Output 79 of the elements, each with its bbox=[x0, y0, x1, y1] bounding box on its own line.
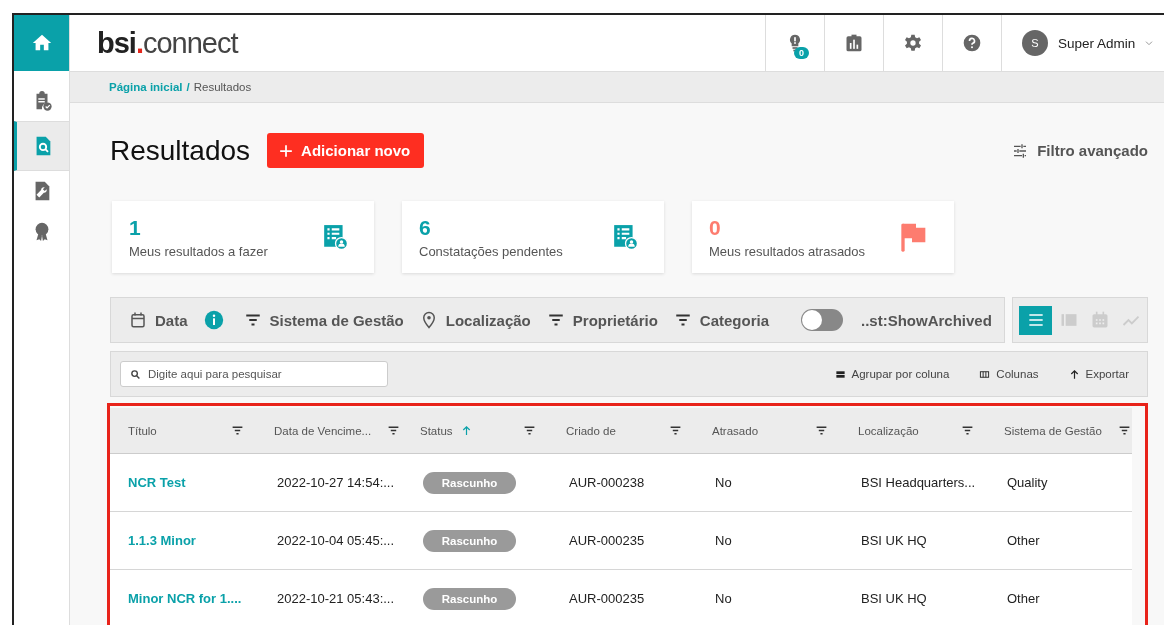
toggle-switch[interactable] bbox=[801, 309, 843, 331]
help-icon bbox=[962, 33, 982, 53]
settings-icon bbox=[903, 33, 923, 53]
chevron-down-icon bbox=[1145, 39, 1154, 47]
calendar-icon bbox=[129, 311, 147, 329]
table-cell: 2022-10-21 05:43:... bbox=[277, 591, 395, 606]
table-cell: BSI Headquarters... bbox=[861, 475, 976, 490]
table-cell: No bbox=[715, 591, 732, 606]
group-rows-icon bbox=[834, 368, 846, 380]
toggle-label: ..st:ShowArchived bbox=[861, 311, 992, 329]
card-label: Meus resultados a fazer bbox=[129, 243, 269, 259]
status-badge: Rascunho bbox=[423, 471, 516, 494]
column-header[interactable]: Criado de bbox=[566, 424, 616, 437]
table-cell: 2022-10-27 14:54:... bbox=[277, 475, 395, 490]
column-header[interactable]: Sistema de Gestão bbox=[1004, 424, 1102, 437]
logo[interactable]: bsi.connect bbox=[97, 26, 238, 60]
filter-button[interactable]: Data bbox=[129, 311, 198, 329]
sidebar-item[interactable] bbox=[14, 15, 69, 71]
export-button[interactable]: Exportar bbox=[1068, 368, 1129, 380]
table-cell: Quality bbox=[1007, 475, 1048, 490]
filter-button[interactable]: Localização bbox=[419, 311, 541, 329]
columns-button[interactable]: Colunas bbox=[979, 368, 1039, 380]
plus-icon bbox=[279, 143, 294, 158]
count-badge: 0 bbox=[794, 47, 809, 59]
search-icon bbox=[130, 369, 141, 380]
breadcrumb-current: Resultados bbox=[193, 81, 252, 93]
column-header[interactable]: Título bbox=[128, 424, 157, 437]
group-button[interactable]: Agrupar por coluna bbox=[834, 368, 950, 380]
table-cell: BSI UK HQ bbox=[861, 591, 927, 606]
column-header[interactable]: Data de Vencime... bbox=[274, 424, 372, 437]
card-value: 6 bbox=[419, 215, 432, 240]
table-cell: BSI UK HQ bbox=[861, 533, 927, 548]
sliders-icon bbox=[1012, 142, 1029, 159]
table-cell: AUR-000238 bbox=[569, 475, 645, 490]
advanced-filter-button[interactable]: Filtro avançado bbox=[1012, 142, 1148, 159]
column-header[interactable]: Status bbox=[420, 424, 453, 437]
summary-card[interactable]: 6 Constatações pendentes bbox=[402, 201, 664, 273]
filter-icon[interactable] bbox=[961, 424, 974, 437]
arrow-up-icon bbox=[1068, 368, 1080, 380]
avatar[interactable]: S bbox=[1022, 30, 1048, 56]
breadcrumb-separator: / bbox=[186, 81, 190, 93]
page-title: Resultados bbox=[110, 134, 251, 167]
info-icon[interactable] bbox=[203, 310, 224, 330]
card-value: 1 bbox=[129, 215, 142, 240]
card-value: 0 bbox=[709, 215, 722, 240]
search-field[interactable]: Digite aqui para pesquisar bbox=[120, 361, 388, 387]
filter-icon[interactable] bbox=[1117, 424, 1131, 437]
filter-icon[interactable] bbox=[387, 424, 401, 437]
add-new-button[interactable]: Adicionar novo bbox=[267, 133, 425, 168]
filter-icon[interactable] bbox=[815, 424, 828, 437]
column-header[interactable]: Localização bbox=[858, 424, 919, 437]
card-label: Constatações pendentes bbox=[419, 243, 564, 259]
column-header[interactable]: Atrasado bbox=[712, 424, 759, 437]
table-cell: AUR-000235 bbox=[569, 533, 645, 548]
summary-card[interactable]: 0 Meus resultados atrasados bbox=[692, 201, 954, 273]
table-cell: Other bbox=[1007, 533, 1040, 548]
filter-button[interactable]: Sistema de Gestão bbox=[243, 311, 414, 329]
user-name[interactable]: Super Admin bbox=[1058, 35, 1136, 51]
table-cell: No bbox=[715, 475, 732, 490]
status-badge: Rascunho bbox=[423, 529, 516, 552]
view-mode-button[interactable] bbox=[1019, 305, 1052, 335]
filter-icon[interactable] bbox=[231, 424, 244, 437]
card-label: Meus resultados atrasados bbox=[709, 243, 867, 259]
columns-icon bbox=[979, 368, 991, 380]
table-cell: AUR-000235 bbox=[569, 591, 645, 606]
list-user-icon bbox=[612, 224, 638, 250]
list-user-icon bbox=[322, 224, 348, 250]
report-board-icon bbox=[844, 33, 864, 53]
filter-button[interactable]: Categoria bbox=[673, 311, 779, 329]
sidebar-item[interactable] bbox=[14, 121, 69, 171]
table-cell: Other bbox=[1007, 591, 1040, 606]
summary-card[interactable]: 1 Meus resultados a fazer bbox=[112, 201, 374, 273]
table-cell: No bbox=[715, 533, 732, 548]
status-badge: Rascunho bbox=[423, 587, 516, 610]
table-cell: 2022-10-04 05:45:... bbox=[277, 533, 395, 548]
filter-button[interactable]: Proprietário bbox=[546, 311, 668, 329]
sort-up-icon[interactable] bbox=[460, 425, 472, 436]
filter-icon[interactable] bbox=[523, 424, 536, 437]
filter-icon[interactable] bbox=[669, 424, 682, 437]
